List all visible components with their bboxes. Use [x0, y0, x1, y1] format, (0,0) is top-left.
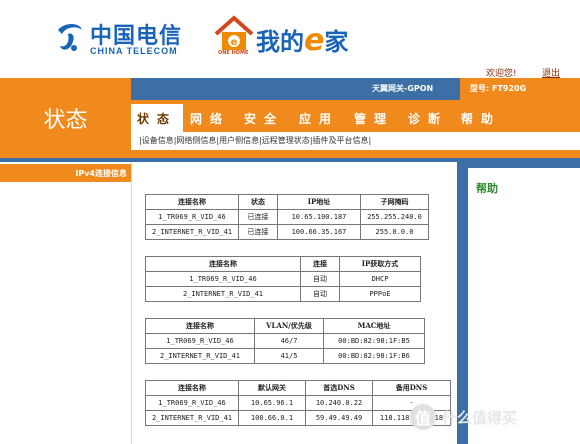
tab-security[interactable]: 安全 — [237, 104, 291, 132]
column-header: MAC地址 — [323, 318, 425, 334]
tab-status[interactable]: 状态 — [131, 104, 183, 132]
watermark: 值 什么值得买 — [410, 402, 576, 432]
ehome-e: e — [304, 23, 325, 58]
table-cell: 00:BD:82:98:1F:B6 — [323, 348, 425, 364]
column-header: 备用DNS — [372, 380, 451, 396]
table-cell: 自动 — [300, 286, 340, 302]
table-cell: 2_INTERNET_R_VID_41 — [145, 224, 239, 240]
column-header: 连接 — [300, 256, 340, 272]
table-header-row: 连接名称 连接 IP获取方式 — [145, 256, 421, 272]
table-cell: 59.49.49.49 — [305, 410, 373, 426]
ehome-caption: ONE HOME — [218, 50, 249, 56]
column-header: IP获取方式 — [339, 256, 421, 272]
table-row: 1_TR069_R_VID_46 10.65.96.1 10.240.0.22 … — [145, 395, 451, 411]
tab-network[interactable]: 网络 — [183, 104, 237, 132]
gateway-model: 型号: FT920G — [470, 84, 527, 93]
column-header: 连接名称 — [145, 380, 239, 396]
table-row: 2_INTERNET_R_VID_41 自动 PPPoE — [145, 286, 421, 302]
table-cell: 2_INTERNET_R_VID_41 — [145, 286, 301, 302]
ehome-logo: e ONE HOME 我的e家 — [214, 14, 374, 60]
vlan-mac-table: 连接名称 VLAN/优先级 MAC地址 1_TR069_R_VID_46 46/… — [145, 318, 425, 364]
table-cell: 1_TR069_R_VID_46 — [145, 271, 301, 287]
column-header: 连接名称 — [145, 194, 239, 210]
gateway-name: 天翼网关-GPON — [372, 84, 434, 93]
svg-text:e: e — [231, 37, 238, 48]
table-row: 1_TR069_R_VID_46 已连接 10.65.100.187 255.2… — [145, 209, 429, 225]
table-cell: 自动 — [300, 271, 340, 287]
table-row: 2_INTERNET_R_VID_41 41/5 00:BD:82:98:1F:… — [145, 348, 425, 364]
table-header-row: 连接名称 状态 IP地址 子网掩码 — [145, 194, 429, 210]
subnav-device-info[interactable]: 设备信息 — [142, 136, 174, 145]
table-cell: PPPoE — [339, 286, 421, 302]
tab-apps[interactable]: 应用 — [291, 104, 347, 132]
table-cell: 2_INTERNET_R_VID_41 — [145, 410, 239, 426]
tab-help[interactable]: 帮助 — [455, 104, 507, 132]
column-header: 首选DNS — [305, 380, 373, 396]
column-header: 子网掩码 — [360, 194, 429, 210]
subnav-network-side[interactable]: 网络侧信息 — [176, 136, 216, 145]
table-cell: 已连接 — [238, 224, 278, 240]
watermark-text: 什么值得买 — [442, 408, 518, 427]
gateway-dns-table: 连接名称 默认网关 首选DNS 备用DNS 1_TR069_R_VID_46 1… — [145, 380, 451, 426]
column-header: 连接名称 — [145, 318, 255, 334]
table-row: 2_INTERNET_R_VID_41 已连接 100.66.35.167 25… — [145, 224, 429, 240]
sub-navigation-links: |设备信息|网络侧信息|用户侧信息|远程管理状态|插件及平台信息| — [139, 136, 372, 145]
help-title: 帮助 — [476, 182, 498, 195]
table-cell: 1_TR069_R_VID_46 — [145, 395, 239, 411]
table-row: 1_TR069_R_VID_46 46/7 00:BD:82:98:1F:B5 — [145, 333, 425, 349]
ehome-suffix: 家 — [324, 28, 349, 56]
tab-management[interactable]: 管理 — [347, 104, 401, 132]
table-cell: 255.0.0.0 — [360, 224, 429, 240]
column-header: 连接名称 — [145, 256, 301, 272]
subnav-remote-mgmt[interactable]: 远程管理状态 — [262, 136, 310, 145]
china-telecom-swirl-icon — [58, 24, 82, 51]
telecom-en-name: CHINA TELECOM — [90, 46, 178, 56]
table-cell: 2_INTERNET_R_VID_41 — [145, 348, 255, 364]
ehome-prefix: 我的 — [256, 28, 304, 56]
table-header-row: 连接名称 默认网关 首选DNS 备用DNS — [145, 380, 451, 396]
connection-status-table: 连接名称 状态 IP地址 子网掩码 1_TR069_R_VID_46 已连接 1… — [145, 194, 429, 240]
table-cell: 46/7 — [254, 333, 324, 349]
tab-diagnostics[interactable]: 诊断 — [401, 104, 455, 132]
table-cell: 1_TR069_R_VID_46 — [145, 209, 239, 225]
ip-acquisition-table: 连接名称 连接 IP获取方式 1_TR069_R_VID_46 自动 DHCP … — [145, 256, 421, 302]
table-row: 2_INTERNET_R_VID_41 100.66.0.1 59.49.49.… — [145, 410, 451, 426]
table-cell: 10.240.0.22 — [305, 395, 373, 411]
column-header: IP地址 — [277, 194, 361, 210]
subnav-user-side[interactable]: 用户侧信息 — [219, 136, 259, 145]
table-cell: 10.65.100.187 — [277, 209, 361, 225]
column-header: 状态 — [238, 194, 278, 210]
main-tabs: 状态 网络 安全 应用 管理 诊断 帮助 — [131, 104, 507, 132]
table-cell: 10.65.96.1 — [238, 395, 306, 411]
ehome-title: 我的e家 — [256, 22, 348, 58]
table-cell: 255.255.240.0 — [360, 209, 429, 225]
table-cell: 100.66.35.167 — [277, 224, 361, 240]
table-cell: 已连接 — [238, 209, 278, 225]
table-row: 1_TR069_R_VID_46 自动 DHCP — [145, 271, 421, 287]
table-cell: DHCP — [339, 271, 421, 287]
subnav-plugins[interactable]: 插件及平台信息 — [313, 136, 369, 145]
sidebar-item-ipv4-connection[interactable]: IPv4连接信息 — [0, 164, 131, 182]
table-header-row: 连接名称 VLAN/优先级 MAC地址 — [145, 318, 425, 334]
column-header: VLAN/优先级 — [254, 318, 324, 334]
watermark-logo-icon: 值 — [410, 404, 436, 430]
china-telecom-logo: 中国电信 CHINA TELECOM — [52, 18, 182, 60]
table-cell: 100.66.0.1 — [238, 410, 306, 426]
column-header: 默认网关 — [238, 380, 306, 396]
table-cell: 41/5 — [254, 348, 324, 364]
page-title: 状态 — [43, 108, 88, 133]
table-cell: 1_TR069_R_VID_46 — [145, 333, 255, 349]
table-cell: 00:BD:82:98:1F:B5 — [323, 333, 425, 349]
sidebar — [0, 162, 131, 444]
